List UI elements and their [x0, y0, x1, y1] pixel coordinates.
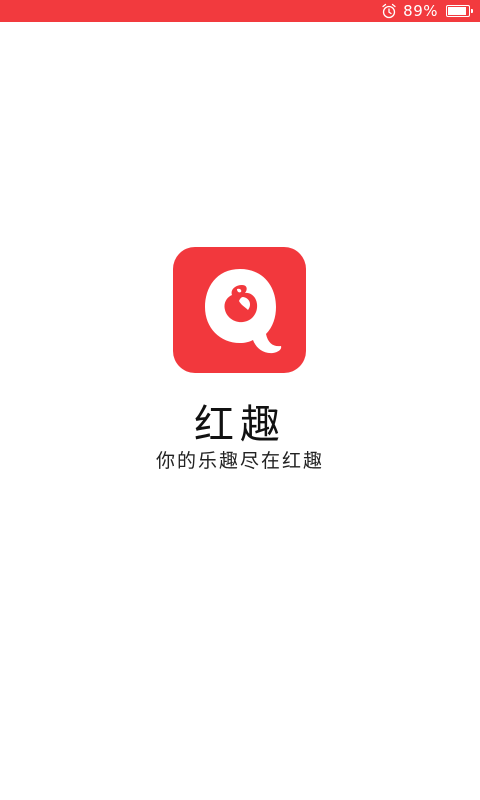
- app-slogan: 你的乐趣尽在红趣: [155, 450, 324, 472]
- q-logo-glyph: [204, 269, 281, 354]
- alarm-clock-icon: [382, 3, 396, 19]
- q-logo-icon: [173, 247, 306, 373]
- battery-icon: [446, 5, 473, 17]
- battery-percent: 89%: [403, 2, 438, 20]
- splash-screen: 红趣 你的乐趣尽在红趣: [0, 22, 480, 800]
- app-name: 红趣: [194, 402, 286, 448]
- battery-level-fill: [448, 7, 466, 15]
- status-bar: 89%: [0, 0, 480, 22]
